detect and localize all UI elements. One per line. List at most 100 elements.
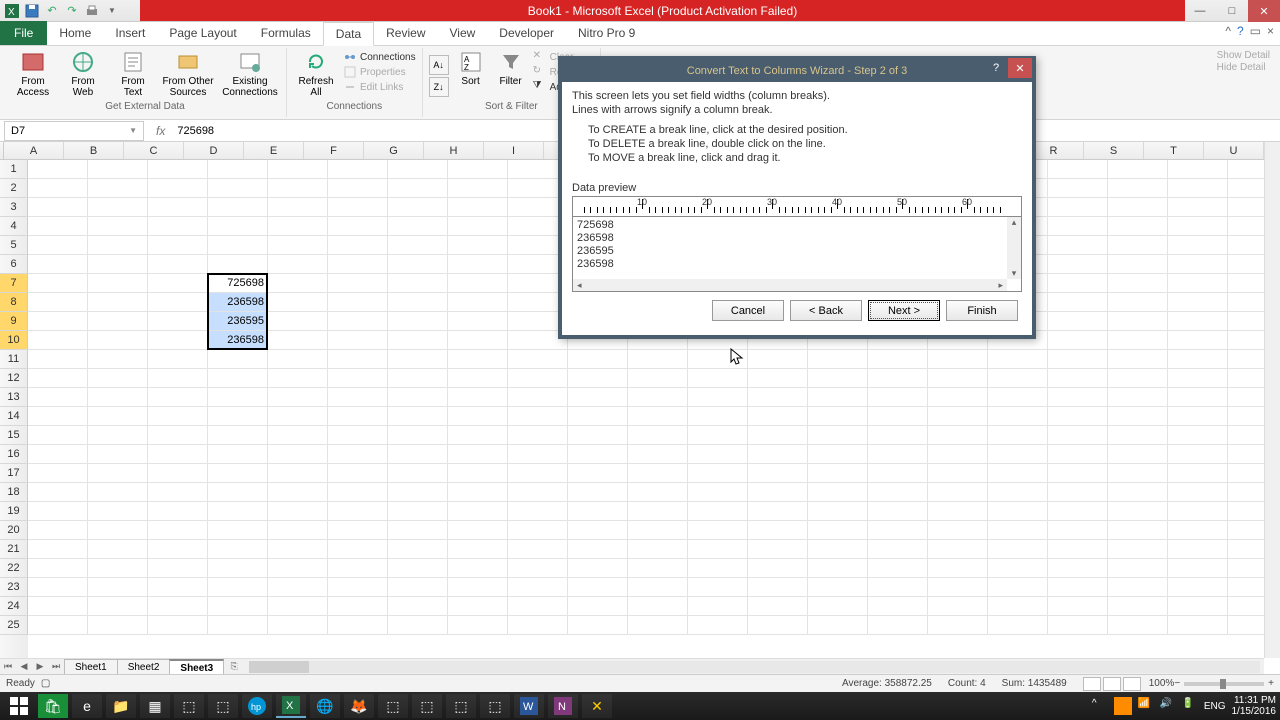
cell-B10[interactable] <box>88 331 148 350</box>
cell-E3[interactable] <box>268 198 328 217</box>
cell-A3[interactable] <box>28 198 88 217</box>
cell-G2[interactable] <box>388 179 448 198</box>
cell-S5[interactable] <box>1108 236 1168 255</box>
macro-record-icon[interactable]: ▢ <box>41 678 50 689</box>
cell-M18[interactable] <box>748 483 808 502</box>
cell-J16[interactable] <box>568 445 628 464</box>
properties-button[interactable]: Properties <box>343 65 416 79</box>
cell-E25[interactable] <box>268 616 328 635</box>
cell-T18[interactable] <box>1168 483 1228 502</box>
col-head-C[interactable]: C <box>124 142 184 159</box>
cell-D4[interactable] <box>208 217 268 236</box>
cell-D13[interactable] <box>208 388 268 407</box>
cell-B1[interactable] <box>88 160 148 179</box>
col-head-G[interactable]: G <box>364 142 424 159</box>
cell-H14[interactable] <box>448 407 508 426</box>
cell-R22[interactable] <box>1048 559 1108 578</box>
cell-N18[interactable] <box>808 483 868 502</box>
cell-A25[interactable] <box>28 616 88 635</box>
cell-T24[interactable] <box>1168 597 1228 616</box>
cell-M15[interactable] <box>748 426 808 445</box>
cell-D14[interactable] <box>208 407 268 426</box>
cell-S16[interactable] <box>1108 445 1168 464</box>
vertical-scrollbar[interactable] <box>1264 142 1280 658</box>
cell-T4[interactable] <box>1168 217 1228 236</box>
col-head-H[interactable]: H <box>424 142 484 159</box>
cell-E12[interactable] <box>268 369 328 388</box>
cell-A16[interactable] <box>28 445 88 464</box>
cell-D20[interactable] <box>208 521 268 540</box>
cell-D5[interactable] <box>208 236 268 255</box>
cell-G1[interactable] <box>388 160 448 179</box>
cell-M17[interactable] <box>748 464 808 483</box>
cell-R7[interactable] <box>1048 274 1108 293</box>
cell-F11[interactable] <box>328 350 388 369</box>
cell-G13[interactable] <box>388 388 448 407</box>
cell-C16[interactable] <box>148 445 208 464</box>
cell-G16[interactable] <box>388 445 448 464</box>
cell-I17[interactable] <box>508 464 568 483</box>
row-head-5[interactable]: 5 <box>0 236 28 255</box>
cell-R25[interactable] <box>1048 616 1108 635</box>
cell-T1[interactable] <box>1168 160 1228 179</box>
cell-B12[interactable] <box>88 369 148 388</box>
cell-R8[interactable] <box>1048 293 1108 312</box>
cell-G12[interactable] <box>388 369 448 388</box>
cell-B23[interactable] <box>88 578 148 597</box>
cell-I22[interactable] <box>508 559 568 578</box>
cell-R2[interactable] <box>1048 179 1108 198</box>
zoom-slider[interactable] <box>1184 682 1264 686</box>
from-access-button[interactable]: From Access <box>10 50 56 101</box>
cell-G24[interactable] <box>388 597 448 616</box>
cell-T13[interactable] <box>1168 388 1228 407</box>
cell-B20[interactable] <box>88 521 148 540</box>
cell-N24[interactable] <box>808 597 868 616</box>
cell-C2[interactable] <box>148 179 208 198</box>
cell-S15[interactable] <box>1108 426 1168 445</box>
cell-P22[interactable] <box>928 559 988 578</box>
undo-icon[interactable]: ↶ <box>44 3 60 19</box>
cell-F24[interactable] <box>328 597 388 616</box>
cell-O11[interactable] <box>868 350 928 369</box>
cell-O16[interactable] <box>868 445 928 464</box>
cell-K16[interactable] <box>628 445 688 464</box>
cell-K11[interactable] <box>628 350 688 369</box>
cell-M12[interactable] <box>748 369 808 388</box>
cell-T17[interactable] <box>1168 464 1228 483</box>
cell-O14[interactable] <box>868 407 928 426</box>
cell-F21[interactable] <box>328 540 388 559</box>
cell-H22[interactable] <box>448 559 508 578</box>
cell-Q12[interactable] <box>988 369 1048 388</box>
taskbar-onenote-icon[interactable]: N <box>548 694 578 718</box>
cell-F15[interactable] <box>328 426 388 445</box>
cell-F22[interactable] <box>328 559 388 578</box>
cell-F8[interactable] <box>328 293 388 312</box>
cell-K25[interactable] <box>628 616 688 635</box>
cell-G4[interactable] <box>388 217 448 236</box>
cell-H2[interactable] <box>448 179 508 198</box>
cell-S25[interactable] <box>1108 616 1168 635</box>
cell-C4[interactable] <box>148 217 208 236</box>
cell-H21[interactable] <box>448 540 508 559</box>
connections-button[interactable]: Connections <box>343 50 416 64</box>
cell-N21[interactable] <box>808 540 868 559</box>
cell-A21[interactable] <box>28 540 88 559</box>
cell-R21[interactable] <box>1048 540 1108 559</box>
cell-G9[interactable] <box>388 312 448 331</box>
cell-M20[interactable] <box>748 521 808 540</box>
cell-L23[interactable] <box>688 578 748 597</box>
cell-R4[interactable] <box>1048 217 1108 236</box>
new-sheet-icon[interactable]: ⎘ <box>223 661 245 672</box>
preview-hscroll[interactable]: ◂▸ <box>573 279 1007 291</box>
sheet-nav-last[interactable]: ⏭ <box>48 661 64 672</box>
cell-F4[interactable] <box>328 217 388 236</box>
cell-E1[interactable] <box>268 160 328 179</box>
row-head-4[interactable]: 4 <box>0 217 28 236</box>
cell-I23[interactable] <box>508 578 568 597</box>
cell-O19[interactable] <box>868 502 928 521</box>
cell-E4[interactable] <box>268 217 328 236</box>
edit-links-button[interactable]: Edit Links <box>343 80 416 94</box>
cell-Q13[interactable] <box>988 388 1048 407</box>
row-head-10[interactable]: 10 <box>0 331 28 350</box>
cell-H17[interactable] <box>448 464 508 483</box>
